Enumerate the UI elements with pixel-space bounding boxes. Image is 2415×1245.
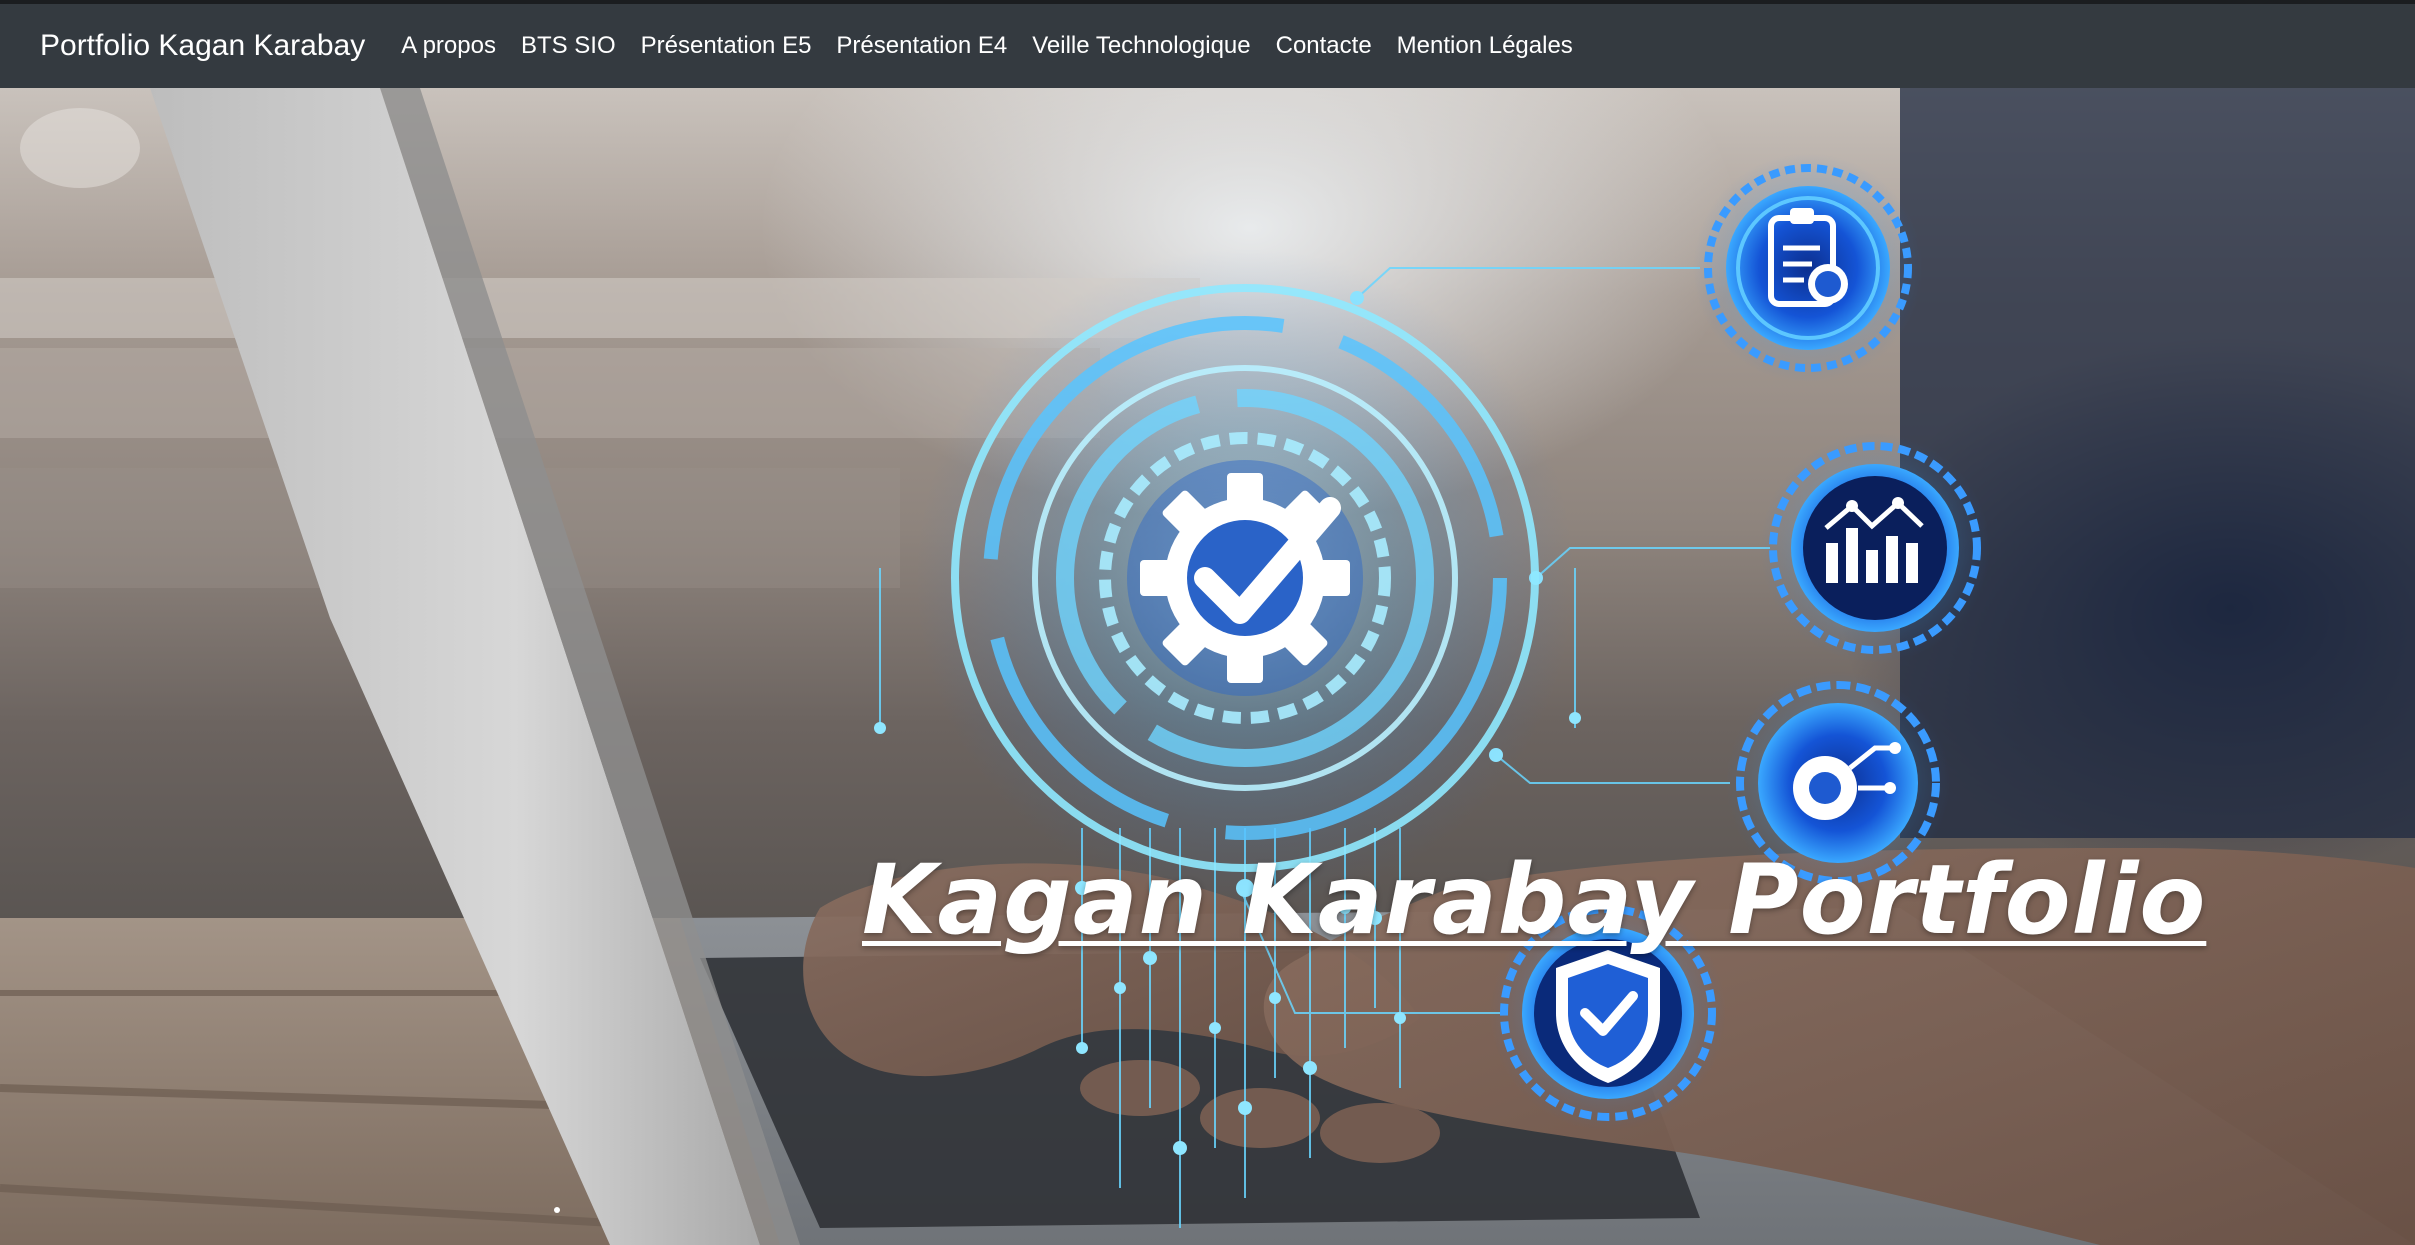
hero-title: Kagan Karabay Portfolio (862, 844, 2207, 957)
navbar: Portfolio Kagan Karabay A propos BTS SIO… (0, 4, 2415, 88)
bar-chart-icon (1760, 433, 1990, 663)
hero-background-image (0, 88, 2415, 1245)
nav-links: A propos BTS SIO Présentation E5 Présent… (401, 32, 1573, 60)
nav-link-contacte[interactable]: Contacte (1276, 32, 1372, 60)
hero-banner: Kagan Karabay Portfolio (0, 88, 2415, 1245)
nav-link-mention-legales[interactable]: Mention Légales (1397, 32, 1573, 60)
nav-link-presentation-e4[interactable]: Présentation E4 (836, 32, 1007, 60)
gear-check-icon (915, 248, 1575, 908)
nav-link-bts-sio[interactable]: BTS SIO (521, 32, 616, 60)
navbar-brand[interactable]: Portfolio Kagan Karabay (40, 29, 365, 63)
nav-link-a-propos[interactable]: A propos (401, 32, 496, 60)
nav-link-veille-technologique[interactable]: Veille Technologique (1032, 32, 1250, 60)
clipboard-badge-icon (1693, 153, 1923, 383)
page: Portfolio Kagan Karabay A propos BTS SIO… (0, 0, 2415, 1245)
nav-link-presentation-e5[interactable]: Présentation E5 (641, 32, 812, 60)
